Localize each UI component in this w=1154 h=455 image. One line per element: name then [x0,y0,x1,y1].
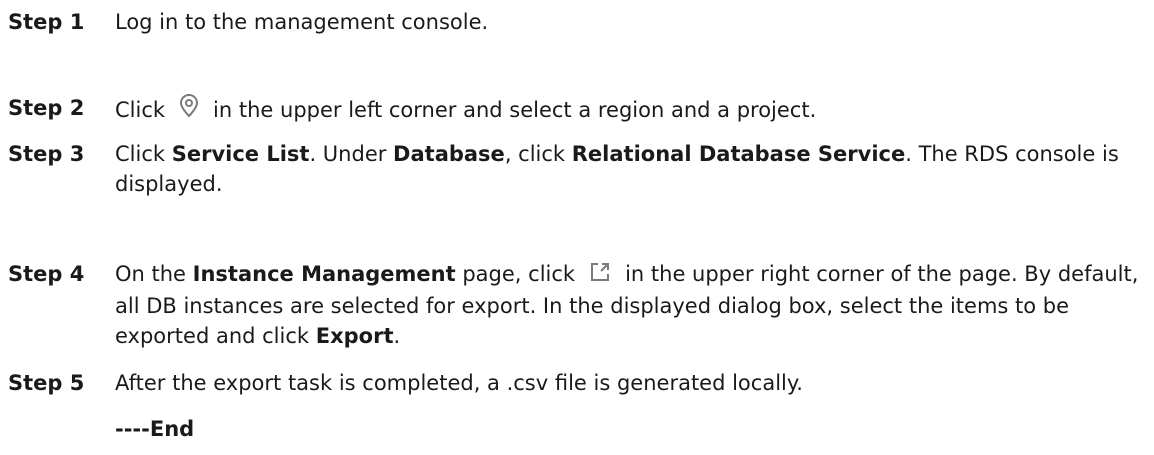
ui-term-service-list: Service List [171,142,310,166]
ui-term-export: Export [315,324,394,348]
ui-term-database: Database [393,142,505,166]
step-label: Step 1 [8,10,85,34]
step-5-text: After the export task is completed, a .c… [115,371,803,395]
step-2-text-after: in the upper left corner and select a re… [213,98,817,122]
step-label: Step 4 [8,262,85,286]
step-3: Step 3 Click Service List. Under Databas… [8,139,1148,199]
ui-term-rds: Relational Database Service [571,142,906,166]
step-label: Step 3 [8,142,85,166]
step-4: Step 4 On the Instance Management page, … [8,259,1148,351]
procedure-document: Step 1 Log in to the management console.… [0,0,1154,455]
step-2-text-before: Click [115,98,166,122]
step-text: Log in to the management console. [115,7,1148,37]
text-run: Click [115,142,172,166]
text-run: On the [115,262,193,286]
location-pin-icon [179,93,199,127]
step-2: Step 2 Click in the upper left corner and… [8,93,1148,127]
step-1-text: Log in to the management console. [115,10,489,34]
text-run: . Under [309,142,394,166]
text-run: . [393,324,401,348]
step-text: On the Instance Management page, click in… [115,259,1148,351]
end-marker: ----End [115,417,195,441]
step-label: Step 2 [8,96,85,120]
step-1: Step 1 Log in to the management console. [8,7,1148,37]
step-text: Click Service List. Under Database, clic… [115,139,1148,199]
step-text: Click in the upper left corner and select… [115,93,1148,127]
step-5: Step 5 After the export task is complete… [8,368,1148,398]
ui-term-instance-management: Instance Management [192,262,456,286]
step-label: Step 5 [8,371,85,395]
text-run: page, click [455,262,576,286]
text-run: , click [504,142,572,166]
export-icon [589,261,611,291]
step-text: After the export task is completed, a .c… [115,368,1148,398]
